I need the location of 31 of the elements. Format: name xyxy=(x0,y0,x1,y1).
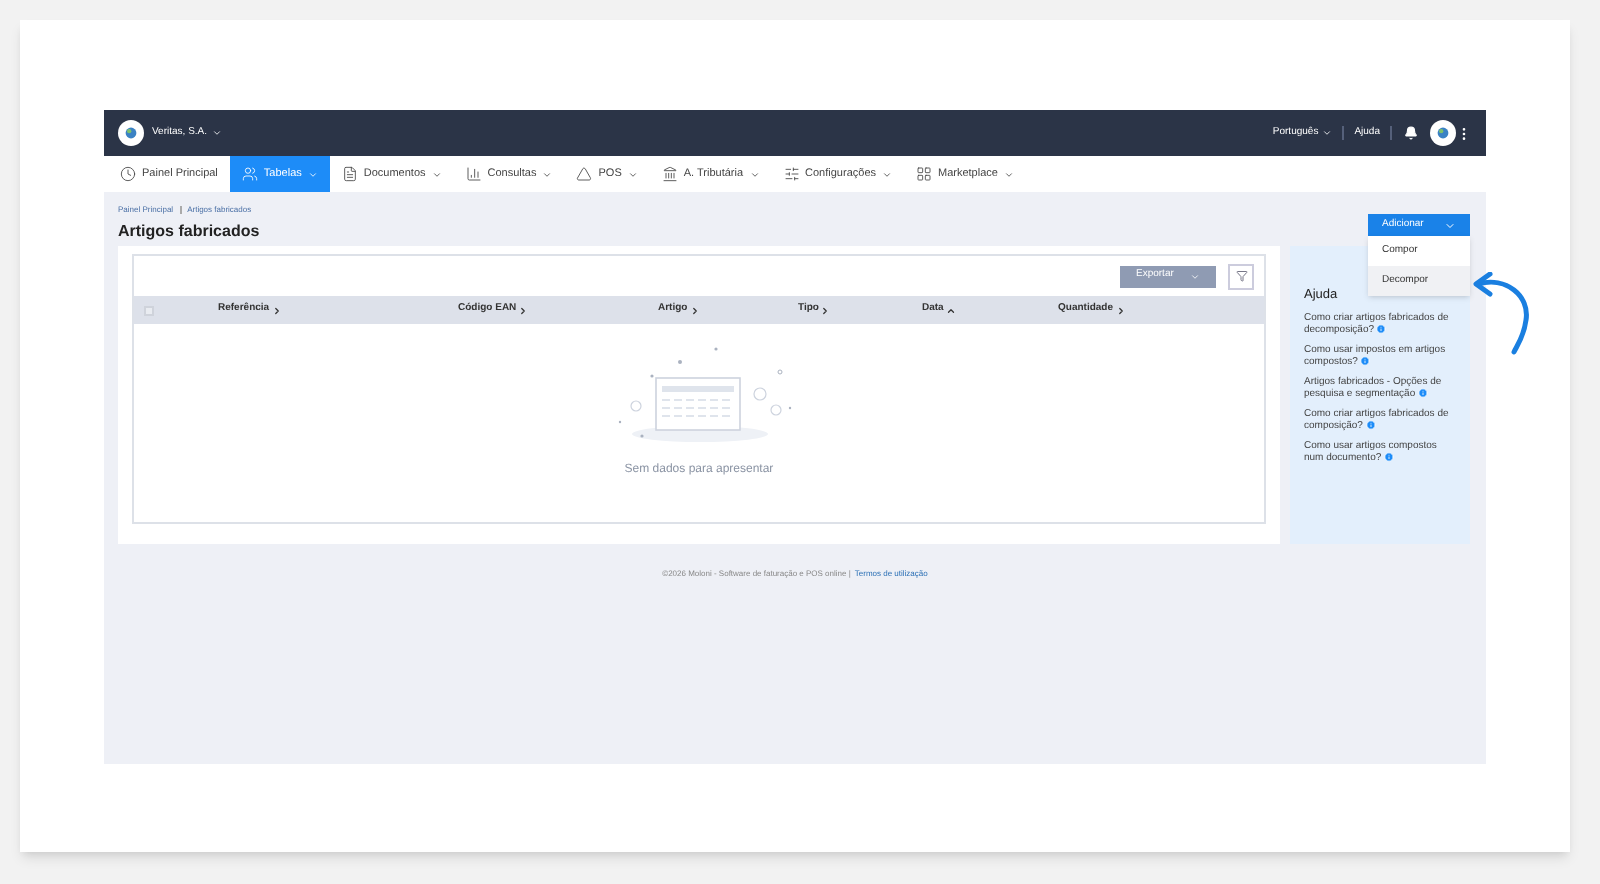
logo-icon xyxy=(118,120,144,146)
info-icon xyxy=(1384,452,1395,463)
bar-chart-icon xyxy=(465,166,482,182)
info-icon xyxy=(1376,324,1387,335)
caret-icon xyxy=(1322,128,1333,138)
building-icon xyxy=(661,166,678,182)
users-icon xyxy=(241,166,258,182)
caret-icon xyxy=(431,169,442,179)
sliders-icon xyxy=(783,166,800,182)
triangle-icon xyxy=(576,166,593,182)
logo-icon xyxy=(1430,120,1456,146)
document-icon xyxy=(341,166,358,182)
caret-icon xyxy=(749,169,760,179)
page-title: Artigos fabricados xyxy=(118,220,260,244)
caret-icon xyxy=(1190,271,1200,281)
info-icon xyxy=(1365,420,1376,431)
caret-icon xyxy=(542,169,553,179)
caret-icon xyxy=(882,169,892,179)
caret-icon xyxy=(1003,169,1014,179)
caret-icon xyxy=(307,169,318,179)
info-icon xyxy=(1360,356,1371,367)
caret-icon xyxy=(627,169,638,179)
clock-icon xyxy=(120,166,136,182)
select-all-checkbox[interactable] xyxy=(144,305,154,315)
filter-icon xyxy=(1235,270,1247,282)
caret-icon xyxy=(211,128,222,138)
info-icon xyxy=(1417,388,1428,399)
caret-icon xyxy=(1444,220,1456,232)
grid-icon xyxy=(916,166,932,182)
arrow-icon xyxy=(1470,272,1534,356)
bell-icon[interactable] xyxy=(1404,126,1418,140)
